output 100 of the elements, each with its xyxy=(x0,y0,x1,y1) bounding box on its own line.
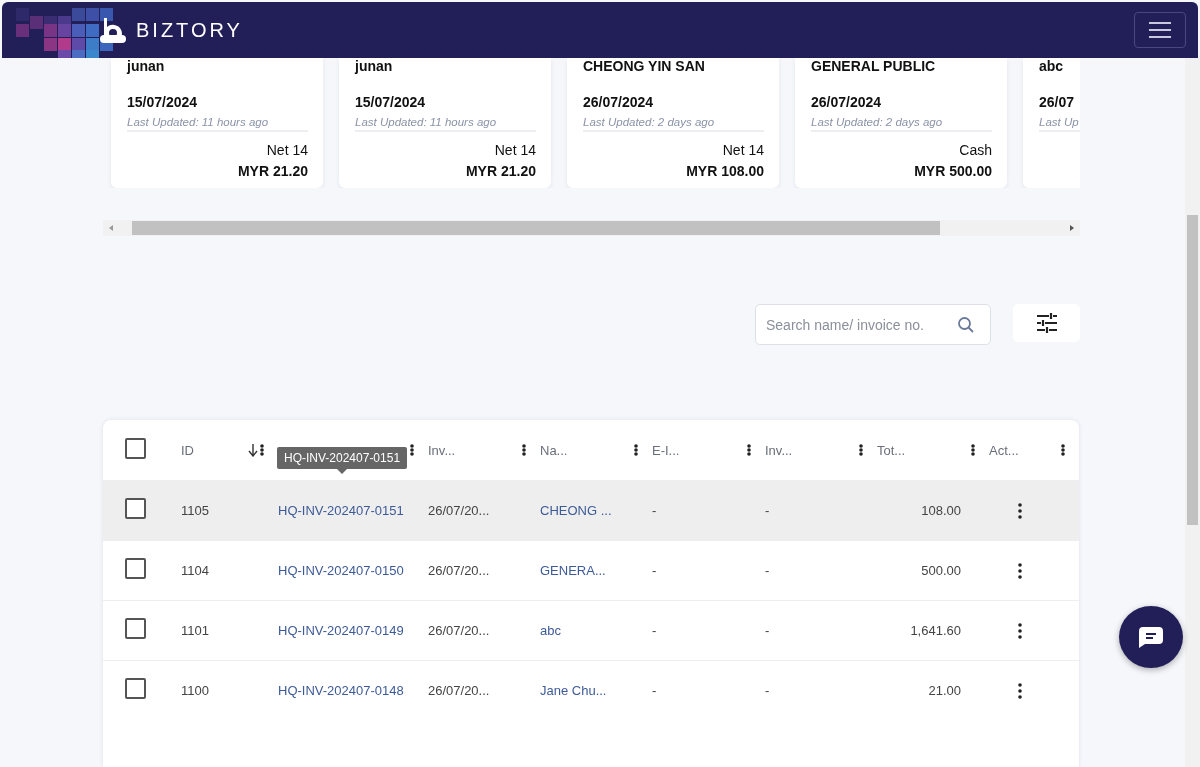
invoice-card[interactable]: junan 15/07/2024 Last Updated: 11 hours ago Net 14 MYR 21.20 xyxy=(111,58,323,188)
more-icon xyxy=(260,444,264,456)
column-header[interactable]: Inv... xyxy=(428,442,456,458)
status-cell-text: - xyxy=(765,683,771,698)
column-menu-button[interactable] xyxy=(971,444,975,456)
scrollbar-thumb[interactable] xyxy=(1187,215,1198,525)
row-checkbox[interactable] xyxy=(125,558,146,579)
invoice-date: 26/07/2024 xyxy=(811,94,883,110)
column-menu-button[interactable] xyxy=(859,444,863,456)
row-checkbox[interactable] xyxy=(125,678,146,699)
row-checkbox[interactable] xyxy=(125,618,146,639)
column-header[interactable]: Act... xyxy=(989,442,1019,458)
customer-link[interactable]: CHEONG ... xyxy=(540,503,612,518)
customer-name: junan xyxy=(355,58,394,76)
invoice-amount: MYR 108.00 xyxy=(685,163,764,179)
column-menu-button[interactable] xyxy=(747,444,751,456)
column-menu-button[interactable] xyxy=(260,444,264,456)
payment-terms: Net 14 xyxy=(721,142,764,158)
last-updated: Last Updated: 2 days ago xyxy=(583,116,764,132)
invoice-card[interactable]: GENERAL PUBLIC 26/07/2024 Last Updated: 2 days ago Cash MYR 500.00 xyxy=(795,58,1007,188)
invoice-amount: MYR 21.20 xyxy=(464,163,536,179)
more-icon xyxy=(971,444,975,456)
invoice-date: 15/07/2024 xyxy=(355,94,427,110)
customer-name: CHEONG YIN SAN xyxy=(583,58,706,76)
column-header[interactable]: Tot... xyxy=(877,442,906,458)
id-cell-text: 1105 xyxy=(181,503,210,518)
sort-down-icon[interactable] xyxy=(248,443,258,457)
customer-link[interactable]: abc xyxy=(540,623,561,638)
e-invoice-cell-text: - xyxy=(652,683,658,698)
horizontal-scrollbar[interactable] xyxy=(103,220,1080,236)
column-header[interactable]: Inv... xyxy=(765,442,793,458)
e-invoice-cell-text: - xyxy=(652,563,658,578)
invoice-card[interactable]: CHEONG YIN SAN 26/07/2024 Last Updated: 2 days ago Net 14 MYR 108.00 xyxy=(567,58,779,188)
invoice-card[interactable]: junan 15/07/2024 Last Updated: 11 hours ago Net 14 MYR 21.20 xyxy=(339,58,551,188)
invoice-number-link[interactable]: HQ-INV-202407-0150 xyxy=(278,540,404,600)
logo-icon xyxy=(98,16,128,44)
more-icon xyxy=(1018,682,1022,699)
invoice-number-link[interactable]: HQ-INV-202407-0151 xyxy=(278,480,404,540)
column-header[interactable]: ID xyxy=(181,442,194,458)
chat-button[interactable] xyxy=(1119,606,1183,668)
payment-terms: Net 14 xyxy=(265,142,308,158)
id-cell-text: 1101 xyxy=(181,623,210,638)
scroll-right-icon[interactable] xyxy=(1068,224,1076,232)
date-cell-text: 26/07/20... xyxy=(428,683,491,698)
total-cell-text: 21.00 xyxy=(927,683,962,698)
more-icon xyxy=(522,444,526,456)
payment-terms: Net 14 xyxy=(493,142,536,158)
filter-button[interactable] xyxy=(1013,304,1080,342)
more-icon xyxy=(859,444,863,456)
id-cell-text: 1104 xyxy=(181,563,210,578)
status-cell-text: - xyxy=(765,503,771,518)
invoice-card[interactable]: abc 26/07 Last Up xyxy=(1023,58,1080,188)
status-cell-text: - xyxy=(765,563,771,578)
e-invoice-cell-text: - xyxy=(652,503,658,518)
total-cell-text: 500.00 xyxy=(920,563,962,578)
e-invoice-cell-text: - xyxy=(652,623,658,638)
column-menu-button[interactable] xyxy=(1061,444,1065,456)
total-cell-text: 108.00 xyxy=(920,503,962,518)
more-icon xyxy=(1018,562,1022,579)
status-cell-text: - xyxy=(765,623,771,638)
column-header[interactable]: E-I... xyxy=(652,442,680,458)
payment-terms: Cash xyxy=(958,142,992,158)
menu-button[interactable] xyxy=(1134,12,1186,48)
vertical-scrollbar[interactable] xyxy=(1185,58,1200,767)
sliders-icon xyxy=(1035,313,1058,333)
chat-icon xyxy=(1138,626,1164,648)
more-icon xyxy=(1018,502,1022,519)
search-field[interactable]: Search name/ invoice no. xyxy=(755,304,991,345)
customer-name: GENERAL PUBLIC xyxy=(811,58,937,76)
id-cell-text: 1100 xyxy=(181,683,210,698)
more-icon xyxy=(1018,622,1022,639)
customer-name: abc xyxy=(1039,58,1065,76)
customer-link[interactable]: Jane Chu... xyxy=(540,683,607,698)
last-updated: Last Updated: 2 days ago xyxy=(811,116,992,132)
menu-icon xyxy=(1149,22,1171,38)
search-icon xyxy=(957,316,975,334)
column-menu-button[interactable] xyxy=(522,444,526,456)
column-menu-button[interactable] xyxy=(410,444,414,456)
customer-link[interactable]: GENERA... xyxy=(540,563,606,578)
customer-name: junan xyxy=(127,58,166,76)
more-icon xyxy=(410,444,414,456)
invoice-amount: MYR 21.20 xyxy=(236,163,308,179)
invoice-amount: MYR 500.00 xyxy=(913,163,992,179)
invoice-number-link[interactable]: HQ-INV-202407-0148 xyxy=(278,660,404,720)
invoice-number-link[interactable]: HQ-INV-202407-0149 xyxy=(278,600,404,660)
scrollbar-thumb[interactable] xyxy=(132,221,940,235)
row-checkbox[interactable] xyxy=(125,498,146,519)
invoice-date: 26/07/2024 xyxy=(583,94,655,110)
more-icon xyxy=(634,444,638,456)
date-cell-text: 26/07/20... xyxy=(428,623,491,638)
select-all-checkbox[interactable] xyxy=(125,437,146,459)
invoice-date: 15/07/2024 xyxy=(127,94,199,110)
column-menu-button[interactable] xyxy=(634,444,638,456)
invoice-date: 26/07 xyxy=(1039,94,1076,110)
tooltip-arrow-icon xyxy=(337,469,348,474)
more-icon xyxy=(747,444,751,456)
column-header[interactable]: Na... xyxy=(540,442,568,458)
date-cell-text: 26/07/20... xyxy=(428,503,491,518)
brand-name: BIZTORY xyxy=(136,18,243,42)
last-updated: Last Updated: 11 hours ago xyxy=(127,116,308,132)
